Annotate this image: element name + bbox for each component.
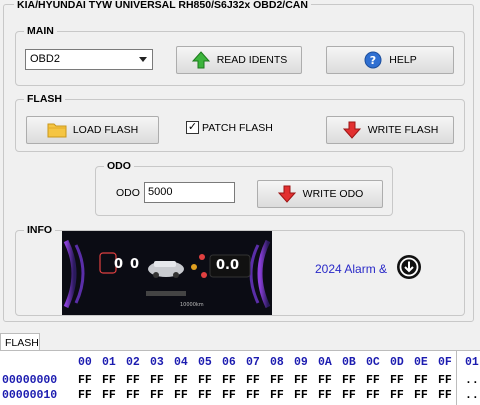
- hex-address: 00000000: [2, 374, 58, 387]
- hex-header-row: 00 01 02 03 04 05 06 07 08 09 0A 0B 0C 0…: [0, 356, 479, 370]
- hex-col-header: 0C: [366, 356, 380, 369]
- chevron-down-icon: [139, 57, 147, 62]
- help-label: HELP: [389, 54, 417, 66]
- dashboard-image: 0 0 0.0 10000km: [62, 231, 272, 315]
- hex-cell[interactable]: FF: [318, 374, 332, 387]
- hex-cell[interactable]: FF: [390, 374, 404, 387]
- write-odo-label: WRITE ODO: [302, 188, 364, 200]
- hex-col-header: 09: [294, 356, 308, 369]
- flash-group-title: FLASH: [24, 93, 65, 105]
- hex-cell[interactable]: FF: [246, 389, 260, 402]
- green-up-arrow-icon: [191, 50, 211, 70]
- hex-cell[interactable]: FF: [414, 389, 428, 402]
- interface-select[interactable]: OBD2: [25, 49, 153, 70]
- hex-ascii: ..: [465, 374, 479, 387]
- hex-col-header: 08: [270, 356, 284, 369]
- download-circle-icon: [396, 254, 422, 280]
- folder-icon: [47, 120, 67, 140]
- hex-cell[interactable]: FF: [438, 389, 452, 402]
- hex-cell[interactable]: FF: [414, 374, 428, 387]
- hex-cell[interactable]: FF: [294, 389, 308, 402]
- hex-ascii: ..: [465, 389, 479, 402]
- hex-cell[interactable]: FF: [78, 374, 92, 387]
- hex-col-header: 03: [150, 356, 164, 369]
- hex-cell[interactable]: FF: [150, 389, 164, 402]
- hex-cell[interactable]: FF: [390, 389, 404, 402]
- hex-col-header: 0D: [390, 356, 404, 369]
- hex-col-header: 00: [78, 356, 92, 369]
- hex-cell[interactable]: FF: [78, 389, 92, 402]
- red-down-arrow-icon: [342, 120, 362, 140]
- hex-col-header: 0F: [438, 356, 452, 369]
- dash-left-decimal: 0: [130, 257, 140, 272]
- odo-input[interactable]: 5000: [144, 182, 235, 203]
- hex-cell[interactable]: FF: [174, 374, 188, 387]
- load-flash-button[interactable]: LOAD FLASH: [26, 116, 159, 144]
- hex-col-header: 07: [246, 356, 260, 369]
- hex-col-header: 0B: [342, 356, 356, 369]
- hex-cell[interactable]: FF: [150, 374, 164, 387]
- hex-cell[interactable]: FF: [102, 374, 116, 387]
- hex-cell[interactable]: FF: [270, 374, 284, 387]
- red-down-arrow-icon: [277, 184, 297, 204]
- hex-col-header: 05: [198, 356, 212, 369]
- hex-cell[interactable]: FF: [342, 374, 356, 387]
- hex-cell[interactable]: FF: [318, 389, 332, 402]
- help-question-icon: ?: [363, 50, 383, 70]
- hex-cell[interactable]: FF: [198, 374, 212, 387]
- write-flash-button[interactable]: WRITE FLASH: [326, 116, 454, 144]
- hex-cell[interactable]: FF: [126, 374, 140, 387]
- hex-col-header: 0E: [414, 356, 428, 369]
- dash-left-value: 0: [114, 257, 124, 272]
- hex-ascii-header: 01: [465, 356, 479, 369]
- hex-cell[interactable]: FF: [366, 389, 380, 402]
- window-title: KIA/HYUNDAI TYW UNIVERSAL RH850/S6J32x O…: [14, 0, 311, 11]
- hex-cell[interactable]: FF: [246, 374, 260, 387]
- hex-cell[interactable]: FF: [366, 374, 380, 387]
- hex-cell[interactable]: FF: [102, 389, 116, 402]
- alarm-info-text: 2024 Alarm &: [315, 262, 388, 276]
- hex-cell[interactable]: FF: [174, 389, 188, 402]
- hex-cell[interactable]: FF: [438, 374, 452, 387]
- odo-field-label: ODO: [116, 187, 140, 199]
- load-flash-label: LOAD FLASH: [72, 124, 139, 136]
- help-button[interactable]: ? HELP: [326, 46, 454, 74]
- main-group-title: MAIN: [24, 25, 57, 37]
- hex-col-header: 0A: [318, 356, 332, 369]
- read-idents-label: READ IDENTS: [216, 54, 288, 66]
- hex-viewer[interactable]: 00 01 02 03 04 05 06 07 08 09 0A 0B 0C 0…: [0, 350, 480, 405]
- dash-right-value: 0.0: [216, 258, 240, 273]
- tab-flash[interactable]: FLASH: [0, 333, 40, 351]
- patch-flash-label: PATCH FLASH: [202, 121, 273, 134]
- hex-col-header: 01: [102, 356, 116, 369]
- read-idents-button[interactable]: READ IDENTS: [176, 46, 302, 74]
- hex-cell[interactable]: FF: [342, 389, 356, 402]
- patch-flash-checkbox[interactable]: ✓ PATCH FLASH: [186, 121, 273, 134]
- dash-odometer: 10000km: [180, 302, 204, 308]
- patch-flash-check-box[interactable]: ✓: [186, 121, 199, 134]
- hex-ascii-divider: [456, 351, 457, 405]
- hex-cell[interactable]: FF: [294, 374, 308, 387]
- hex-col-header: 04: [174, 356, 188, 369]
- svg-text:?: ?: [370, 54, 376, 67]
- odo-group-title: ODO: [104, 160, 134, 172]
- hex-cell[interactable]: FF: [198, 389, 212, 402]
- hex-cell[interactable]: FF: [222, 374, 236, 387]
- hex-row[interactable]: 00000010 FF FF FF FF FF FF FF FF FF FF F…: [0, 389, 479, 403]
- hex-row[interactable]: 00000000 FF FF FF FF FF FF FF FF FF FF F…: [0, 374, 479, 388]
- info-group-title: INFO: [24, 224, 56, 236]
- hex-cell[interactable]: FF: [222, 389, 236, 402]
- write-odo-button[interactable]: WRITE ODO: [257, 180, 383, 208]
- hex-cell[interactable]: FF: [270, 389, 284, 402]
- hex-address: 00000010: [2, 389, 58, 402]
- hex-cell[interactable]: FF: [126, 389, 140, 402]
- write-flash-label: WRITE FLASH: [367, 124, 439, 136]
- hex-col-header: 06: [222, 356, 236, 369]
- interface-select-value: OBD2: [30, 53, 60, 65]
- hex-col-header: 02: [126, 356, 140, 369]
